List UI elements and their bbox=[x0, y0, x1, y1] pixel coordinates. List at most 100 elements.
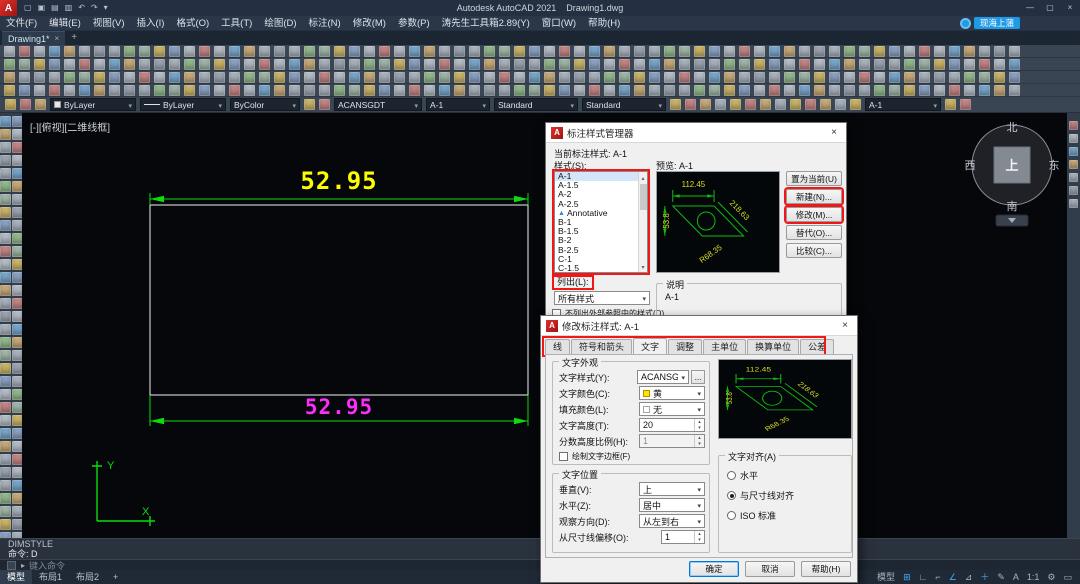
toolbar-icon[interactable] bbox=[0, 155, 11, 166]
toolbar-icon[interactable] bbox=[11, 428, 22, 439]
viewcube-west-label[interactable]: 西 bbox=[965, 160, 976, 172]
toolbar-icon[interactable] bbox=[229, 71, 240, 83]
toolbar-icon[interactable] bbox=[11, 389, 22, 400]
toolbar-icon[interactable] bbox=[589, 84, 600, 96]
toolbar-icon[interactable] bbox=[94, 45, 105, 57]
toolbar-icon[interactable] bbox=[124, 45, 135, 57]
toolbar-icon[interactable] bbox=[289, 58, 300, 70]
toolbar-icon[interactable] bbox=[529, 58, 540, 70]
toolbar-icon[interactable] bbox=[11, 311, 22, 322]
toolbar-icon[interactable] bbox=[0, 480, 11, 491]
toolbar-icon[interactable] bbox=[11, 155, 22, 166]
toolbar-icon[interactable] bbox=[289, 71, 300, 83]
toolbar-icon[interactable] bbox=[20, 99, 31, 110]
toolbar-icon[interactable] bbox=[859, 71, 870, 83]
toolbar-icon[interactable] bbox=[619, 84, 630, 96]
search-badge[interactable]: 现海上蒲 bbox=[973, 17, 1020, 29]
toolbar-icon[interactable] bbox=[829, 84, 840, 96]
toolbar-icon[interactable] bbox=[604, 58, 615, 70]
toolbar-icon[interactable] bbox=[19, 71, 30, 83]
toolbar-icon[interactable] bbox=[11, 129, 22, 140]
toolbar-icon[interactable] bbox=[4, 58, 15, 70]
toolbar-icon[interactable] bbox=[19, 84, 30, 96]
minimize-button[interactable]: — bbox=[1020, 0, 1040, 16]
toolbar-icon[interactable] bbox=[424, 84, 435, 96]
toolbar-icon[interactable] bbox=[259, 71, 270, 83]
toolbar-icon[interactable] bbox=[820, 99, 831, 110]
toolbar-icon[interactable] bbox=[139, 71, 150, 83]
viewport-controls[interactable]: [-][俯视][二维线框] bbox=[30, 121, 110, 134]
menu-item[interactable]: 文件(F) bbox=[0, 16, 43, 31]
toolbar-icon[interactable] bbox=[394, 84, 405, 96]
dialog-titlebar[interactable]: A 标注样式管理器 × bbox=[546, 123, 846, 143]
toolbar-icon[interactable] bbox=[814, 71, 825, 83]
toolbar-icon[interactable] bbox=[945, 99, 956, 110]
layout-tab[interactable]: 布局2 bbox=[69, 570, 106, 584]
toolbar-icon[interactable] bbox=[1009, 58, 1020, 70]
toolbar-icon[interactable] bbox=[49, 84, 60, 96]
radio-option[interactable]: 水平 bbox=[727, 469, 851, 482]
toolbar-icon[interactable] bbox=[379, 58, 390, 70]
menu-item[interactable]: 窗口(W) bbox=[536, 16, 582, 31]
property-combo[interactable]: ByLayer bbox=[140, 98, 226, 111]
toolbar-icon[interactable] bbox=[289, 84, 300, 96]
toolbar-icon[interactable] bbox=[685, 99, 696, 110]
toolbar-icon[interactable] bbox=[34, 45, 45, 57]
toolbar-icon[interactable] bbox=[11, 194, 22, 205]
toolbar-icon[interactable] bbox=[19, 58, 30, 70]
toolbar-icon[interactable] bbox=[169, 58, 180, 70]
menu-item[interactable]: 绘图(D) bbox=[258, 16, 302, 31]
toolbar-icon[interactable] bbox=[244, 71, 255, 83]
toolbar-icon[interactable] bbox=[0, 467, 11, 478]
toolbar-icon[interactable] bbox=[1069, 121, 1078, 130]
tab-close-icon[interactable]: × bbox=[55, 34, 60, 43]
property-combo[interactable]: ACANSGDT bbox=[334, 98, 422, 111]
toolbar-icon[interactable] bbox=[754, 84, 765, 96]
dialog-close-icon[interactable]: × bbox=[838, 320, 852, 331]
status-icon[interactable]: A bbox=[1009, 570, 1023, 584]
toolbar-icon[interactable] bbox=[694, 45, 705, 57]
toolbar-icon[interactable] bbox=[784, 45, 795, 57]
toolbar-icon[interactable] bbox=[0, 363, 11, 374]
toolbar-icon[interactable] bbox=[664, 45, 675, 57]
toolbar-icon[interactable] bbox=[319, 58, 330, 70]
toolbar-icon[interactable] bbox=[11, 519, 22, 530]
toolbar-icon[interactable] bbox=[334, 84, 345, 96]
toolbar-icon[interactable] bbox=[889, 58, 900, 70]
toolbar-icon[interactable] bbox=[199, 84, 210, 96]
toolbar-icon[interactable] bbox=[649, 58, 660, 70]
toolbar-icon[interactable] bbox=[94, 71, 105, 83]
toolbar-icon[interactable] bbox=[1009, 71, 1020, 83]
toolbar-icon[interactable] bbox=[5, 99, 16, 110]
list-filter-combo[interactable]: 所有样式 bbox=[554, 291, 650, 305]
toolbar-icon[interactable] bbox=[259, 58, 270, 70]
status-icon[interactable]: ⊿ bbox=[961, 570, 977, 584]
toolbar-icon[interactable] bbox=[679, 84, 690, 96]
dsm-button[interactable]: 新建(N)... bbox=[786, 189, 842, 204]
draw-frame-checkbox[interactable]: 绘制文字边框(F) bbox=[559, 451, 630, 462]
spinner-arrows-icon[interactable] bbox=[694, 531, 704, 543]
toolbar-icon[interactable] bbox=[964, 84, 975, 96]
status-icon[interactable]: ⚙ bbox=[1043, 570, 1059, 584]
toolbar-icon[interactable] bbox=[184, 58, 195, 70]
toolbar-icon[interactable] bbox=[469, 58, 480, 70]
offset-spinner[interactable]: 1 bbox=[661, 530, 705, 544]
toolbar-icon[interactable] bbox=[0, 129, 11, 140]
toolbar-icon[interactable] bbox=[544, 45, 555, 57]
viewcube-south-label[interactable]: 南 bbox=[1007, 200, 1018, 213]
list-scrollbar[interactable] bbox=[638, 172, 647, 272]
toolbar-icon[interactable] bbox=[0, 441, 11, 452]
toolbar-icon[interactable] bbox=[844, 45, 855, 57]
toolbar-icon[interactable] bbox=[484, 58, 495, 70]
toolbar-icon[interactable] bbox=[814, 45, 825, 57]
toolbar-icon[interactable] bbox=[649, 45, 660, 57]
toolbar-icon[interactable] bbox=[0, 168, 11, 179]
toolbar-icon[interactable] bbox=[559, 58, 570, 70]
toolbar-icon[interactable] bbox=[979, 84, 990, 96]
toolbar-icon[interactable] bbox=[574, 58, 585, 70]
dialog-tab[interactable]: 线 bbox=[545, 339, 571, 354]
toolbar-icon[interactable] bbox=[214, 45, 225, 57]
toolbar-icon[interactable] bbox=[244, 84, 255, 96]
dialog-tab[interactable]: 文字 bbox=[633, 338, 668, 355]
toolbar-icon[interactable] bbox=[835, 99, 846, 110]
